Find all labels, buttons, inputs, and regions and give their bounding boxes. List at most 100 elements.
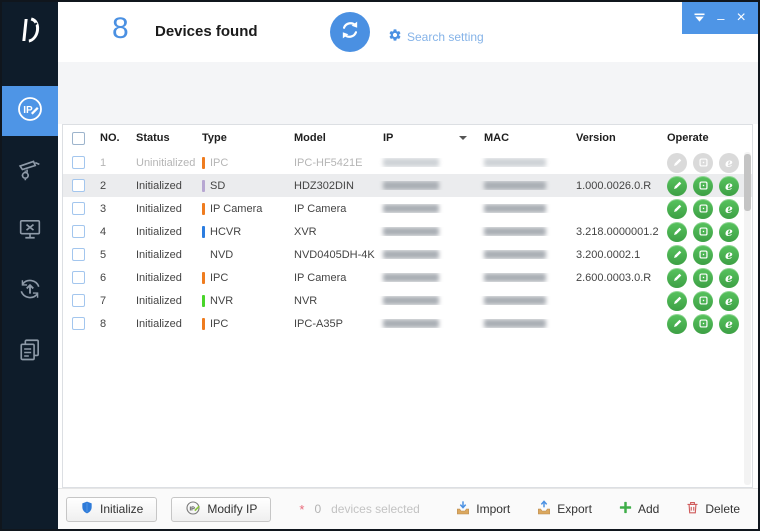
- row-checkbox[interactable]: [72, 248, 85, 261]
- window-controls: – ×: [682, 2, 758, 34]
- ip-redacted: [383, 319, 439, 328]
- row-version: 3.218.0000001.2: [569, 226, 660, 238]
- upgrade-arrow-icon: [16, 275, 44, 308]
- svg-text:IP: IP: [190, 506, 196, 512]
- col-mac: MAC: [477, 132, 569, 144]
- browser-e-icon[interactable]: e: [719, 268, 739, 288]
- edit-pencil-icon[interactable]: [667, 268, 687, 288]
- minimize-icon[interactable]: –: [717, 12, 724, 25]
- export-button[interactable]: Export: [536, 500, 592, 519]
- type-color-bar: [202, 318, 205, 330]
- edit-pencil-icon[interactable]: [667, 314, 687, 334]
- type-color-bar: [202, 272, 205, 284]
- row-no: 2: [93, 180, 129, 192]
- initialize-label: Initialize: [100, 502, 143, 516]
- row-checkbox[interactable]: [72, 317, 85, 330]
- table-row[interactable]: 1 Uninitialized IPC IPC-HF5421E e: [63, 151, 752, 174]
- col-status: Status: [129, 132, 195, 144]
- filter-bar: All IPC NVR SD Others DVR: [58, 62, 758, 124]
- delete-button[interactable]: Delete: [685, 500, 740, 518]
- row-checkbox[interactable]: [72, 294, 85, 307]
- ip-redacted: [383, 181, 439, 190]
- mac-redacted: [484, 273, 546, 282]
- row-model: IP Camera: [287, 272, 376, 284]
- table-header-row: NO. Status Type Model IP MAC Version Ope…: [63, 125, 752, 151]
- mac-redacted: [484, 250, 546, 259]
- table-row[interactable]: 8 Initialized IPC IPC-A35P e: [63, 312, 752, 335]
- row-no: 7: [93, 295, 129, 307]
- trash-icon: [685, 500, 700, 518]
- edit-pencil-icon[interactable]: [667, 176, 687, 196]
- table-row[interactable]: 3 Initialized IP Camera IP Camera e: [63, 197, 752, 220]
- row-no: 6: [93, 272, 129, 284]
- browser-e-icon[interactable]: e: [719, 291, 739, 311]
- import-button[interactable]: Import: [455, 500, 510, 519]
- browser-e-icon[interactable]: e: [719, 176, 739, 196]
- details-box-icon[interactable]: [693, 314, 713, 334]
- row-no: 4: [93, 226, 129, 238]
- browser-e-icon[interactable]: e: [719, 314, 739, 334]
- select-all-checkbox[interactable]: [72, 132, 85, 145]
- table-row[interactable]: 2 Initialized SD HDZ302DIN 1.000.0026.0.…: [63, 174, 752, 197]
- sort-icon[interactable]: [459, 136, 467, 140]
- details-box-icon: [693, 153, 713, 173]
- row-no: 3: [93, 203, 129, 215]
- row-status: Initialized: [129, 226, 195, 238]
- footer-bar: Initialize IP Modify IP * 0 devices sele…: [58, 488, 758, 529]
- row-checkbox[interactable]: [72, 271, 85, 284]
- edit-pencil-icon[interactable]: [667, 222, 687, 242]
- modify-ip-button[interactable]: IP Modify IP: [171, 497, 271, 522]
- details-box-icon[interactable]: [693, 245, 713, 265]
- search-setting-label: Search setting: [407, 30, 484, 44]
- sidebar-item-device-config[interactable]: [2, 146, 58, 196]
- edit-pencil-icon[interactable]: [667, 291, 687, 311]
- details-box-icon[interactable]: [693, 199, 713, 219]
- refresh-button[interactable]: [330, 12, 370, 52]
- shield-icon: [80, 500, 94, 518]
- row-checkbox[interactable]: [72, 202, 85, 215]
- edit-pencil-icon[interactable]: [667, 199, 687, 219]
- table-row[interactable]: 6 Initialized IPC IP Camera 2.600.0003.0…: [63, 266, 752, 289]
- col-ip[interactable]: IP: [376, 132, 477, 144]
- ip-redacted: [383, 204, 439, 213]
- row-type: IPC: [210, 272, 228, 284]
- table-row[interactable]: 4 Initialized HCVR XVR 3.218.0000001.2 e: [63, 220, 752, 243]
- row-checkbox[interactable]: [72, 179, 85, 192]
- sidebar-item-system-settings[interactable]: [2, 206, 58, 256]
- initialize-button[interactable]: Initialize: [66, 497, 157, 522]
- browser-e-icon: e: [719, 153, 739, 173]
- edit-pencil-icon: [667, 153, 687, 173]
- row-model: IPC-HF5421E: [287, 157, 376, 169]
- table-row[interactable]: 7 Initialized NVR NVR e: [63, 289, 752, 312]
- col-version: Version: [569, 132, 660, 144]
- browser-e-icon[interactable]: e: [719, 245, 739, 265]
- row-checkbox[interactable]: [72, 225, 85, 238]
- details-box-icon[interactable]: [693, 222, 713, 242]
- row-type: NVD: [210, 249, 233, 261]
- row-checkbox[interactable]: [72, 156, 85, 169]
- table-row[interactable]: 5 Initialized NVD NVD0405DH-4K 3.200.000…: [63, 243, 752, 266]
- col-type: Type: [195, 132, 287, 144]
- browser-e-icon[interactable]: e: [719, 199, 739, 219]
- row-type: IP Camera: [210, 203, 262, 215]
- row-model: XVR: [287, 226, 376, 238]
- search-setting-button[interactable]: Search setting: [388, 28, 484, 45]
- collapse-arrow-icon[interactable]: [694, 13, 705, 23]
- details-box-icon[interactable]: [693, 176, 713, 196]
- mac-redacted: [484, 319, 546, 328]
- close-icon[interactable]: ×: [737, 10, 746, 26]
- browser-e-icon[interactable]: e: [719, 222, 739, 242]
- device-table: NO. Status Type Model IP MAC Version Ope…: [62, 124, 753, 488]
- asterisk: *: [299, 502, 304, 517]
- ip-redacted: [383, 273, 439, 282]
- details-box-icon[interactable]: [693, 268, 713, 288]
- sidebar-nav: IP: [2, 86, 58, 376]
- scrollbar-thumb[interactable]: [744, 154, 751, 211]
- add-button[interactable]: Add: [618, 500, 659, 518]
- sidebar-item-log[interactable]: [2, 326, 58, 376]
- sidebar-item-upgrade[interactable]: [2, 266, 58, 316]
- sidebar-item-ip-modify[interactable]: IP: [2, 86, 58, 136]
- details-box-icon[interactable]: [693, 291, 713, 311]
- type-color-bar: [202, 180, 205, 192]
- edit-pencil-icon[interactable]: [667, 245, 687, 265]
